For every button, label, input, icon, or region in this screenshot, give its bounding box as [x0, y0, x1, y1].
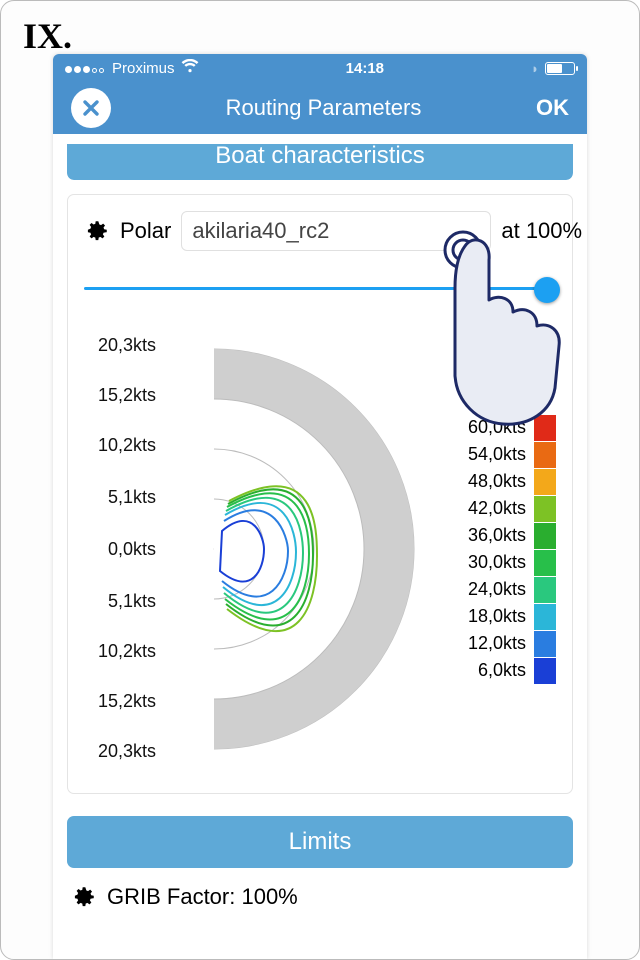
gear-icon[interactable]: [71, 884, 97, 910]
polar-card: Polar at 100%: [67, 194, 573, 794]
legend-label: 42,0kts: [468, 498, 526, 519]
legend-swatch: [534, 577, 556, 603]
clock: 14:18: [346, 60, 384, 77]
legend-swatch: [534, 550, 556, 576]
dnd-moon-icon: ◗: [531, 61, 539, 76]
radial-tick: 15,2kts: [76, 691, 156, 712]
grib-factor-label: GRIB Factor: 100%: [107, 884, 298, 910]
status-left: Proximus: [65, 59, 199, 77]
wifi-icon: [181, 59, 199, 77]
legend-label: 12,0kts: [468, 633, 526, 654]
legend-swatch: [534, 496, 556, 522]
grib-factor-row: GRIB Factor: 100%: [67, 868, 573, 910]
figure-frame: IX. Proximus 14:18 ◗ Ro: [0, 0, 640, 960]
radial-tick: 5,1kts: [76, 487, 156, 508]
figure-number: IX.: [23, 15, 72, 57]
radial-tick: 20,3kts: [76, 335, 156, 356]
phone-screen: Proximus 14:18 ◗ Routing Parameters OK B…: [53, 54, 587, 959]
legend-swatch: [534, 658, 556, 684]
legend-swatch: [534, 469, 556, 495]
polar-chart: 20,3kts 15,2kts 10,2kts 5,1kts 0,0kts 5,…: [84, 329, 556, 769]
polar-row: Polar at 100%: [84, 211, 556, 251]
legend-swatch: [534, 442, 556, 468]
radial-tick: 15,2kts: [76, 385, 156, 406]
status-bar: Proximus 14:18 ◗: [53, 54, 587, 82]
ok-button[interactable]: OK: [536, 95, 569, 121]
polar-percent-slider[interactable]: [84, 269, 556, 309]
battery-icon: [545, 62, 575, 75]
radial-tick: 0,0kts: [76, 539, 156, 560]
page-title: Routing Parameters: [226, 95, 422, 121]
content-scroll[interactable]: Boat characteristics Polar at 100%: [53, 134, 587, 959]
legend-label: 60,0kts: [468, 417, 526, 438]
legend: 60,0kts 54,0kts 48,0kts 42,0kts 36,0kts …: [468, 414, 556, 684]
section-header-boat: Boat characteristics: [67, 134, 573, 180]
radial-tick: 10,2kts: [76, 641, 156, 662]
polar-percent-label: at 100%: [501, 218, 582, 244]
signal-dots-icon: [65, 60, 106, 77]
legend-label: 30,0kts: [468, 552, 526, 573]
radial-tick: 10,2kts: [76, 435, 156, 456]
legend-swatch: [534, 604, 556, 630]
radial-tick: 20,3kts: [76, 741, 156, 762]
legend-label: 24,0kts: [468, 579, 526, 600]
legend-label: 36,0kts: [468, 525, 526, 546]
close-button[interactable]: [71, 88, 111, 128]
polar-label: Polar: [120, 218, 171, 244]
slider-track: [84, 287, 556, 290]
polar-name-input[interactable]: [181, 211, 491, 251]
slider-thumb[interactable]: [534, 277, 560, 303]
gear-icon[interactable]: [84, 218, 110, 244]
nav-bar: Routing Parameters OK: [53, 82, 587, 134]
legend-swatch: [534, 631, 556, 657]
section-header-limits: Limits: [67, 816, 573, 868]
legend-label: 6,0kts: [478, 660, 526, 681]
legend-swatch: [534, 415, 556, 441]
status-right: ◗: [531, 61, 575, 76]
legend-label: 48,0kts: [468, 471, 526, 492]
radial-tick: 5,1kts: [76, 591, 156, 612]
legend-label: 18,0kts: [468, 606, 526, 627]
legend-label: 54,0kts: [468, 444, 526, 465]
legend-swatch: [534, 523, 556, 549]
carrier-label: Proximus: [112, 60, 175, 77]
